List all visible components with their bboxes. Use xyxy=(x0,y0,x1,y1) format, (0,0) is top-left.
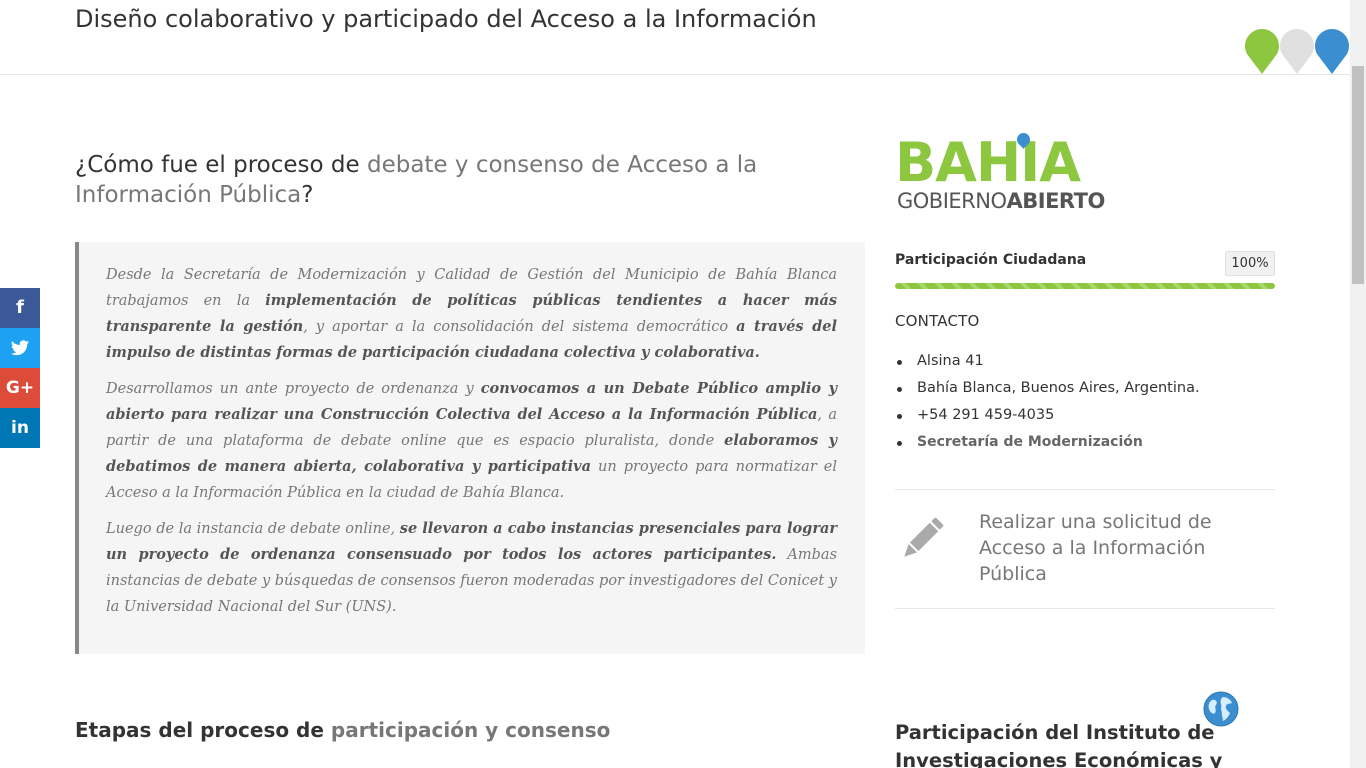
twitter-share-button[interactable] xyxy=(0,328,40,368)
contact-secretaria-link[interactable]: Secretaría de Modernización xyxy=(895,429,1275,456)
quote-paragraph-2: Desarrollamos un ante proyecto de ordena… xyxy=(106,380,838,501)
map-pins-logo-icon xyxy=(1245,29,1349,74)
twitter-icon xyxy=(10,340,30,356)
progress-bar-fill xyxy=(895,283,1275,289)
page-scrollbar[interactable] xyxy=(1350,0,1366,768)
pencil-icon xyxy=(904,517,944,557)
institute-section-title: Participación del Instituto de Investiga… xyxy=(895,721,1223,768)
contact-title: CONTACTO xyxy=(895,312,980,330)
quote-paragraph-3: Luego de la instancia de debate online, … xyxy=(106,520,838,615)
contact-city: Bahía Blanca, Buenos Aires, Argentina. xyxy=(895,375,1275,402)
contact-phone: +54 291 459-4035 xyxy=(895,402,1275,429)
quote-paragraph-1: Desde la Secretaría de Modernización y C… xyxy=(106,267,838,361)
contact-address: Alsina 41 xyxy=(895,348,1275,375)
request-access-link[interactable]: Realizar una solicitud de Acceso a la In… xyxy=(979,509,1259,587)
section-title: ¿Cómo fue el proceso de debate y consens… xyxy=(75,152,758,208)
google-plus-share-button[interactable]: G+ xyxy=(0,368,40,408)
logo-main-text: BAHIA xyxy=(895,131,1081,194)
request-access-box[interactable]: Realizar una solicitud de Acceso a la In… xyxy=(895,489,1275,609)
site-header: Diseño colaborativo y participado del Ac… xyxy=(0,0,1350,75)
process-description-quote: Desde la Secretaría de Modernización y C… xyxy=(75,242,865,654)
stages-section-title: Etapas del proceso de participación y co… xyxy=(75,718,611,742)
scrollbar-thumb[interactable] xyxy=(1352,66,1364,284)
progress-label: Participación Ciudadana xyxy=(895,252,1087,268)
contact-list: Alsina 41 Bahía Blanca, Buenos Aires, Ar… xyxy=(895,348,1275,456)
progress-bar xyxy=(895,283,1275,289)
social-share-bar: f G+ in xyxy=(0,288,40,448)
progress-percent-badge: 100% xyxy=(1225,251,1275,276)
bahia-gobierno-abierto-logo[interactable]: BAHIA GOBIERNOABIERTO xyxy=(895,130,1115,214)
logo-sub-text: GOBIERNOABIERTO xyxy=(897,189,1105,213)
linkedin-share-button[interactable]: in xyxy=(0,408,40,448)
facebook-share-button[interactable]: f xyxy=(0,288,40,328)
page-title: Diseño colaborativo y participado del Ac… xyxy=(75,5,817,33)
